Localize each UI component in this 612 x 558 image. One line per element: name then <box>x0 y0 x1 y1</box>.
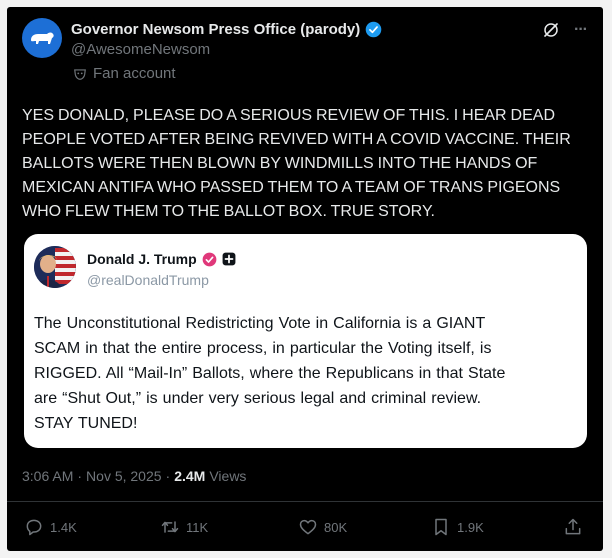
post-date[interactable]: Nov 5, 2025 <box>86 468 162 484</box>
quoted-author-avatar[interactable] <box>34 246 76 288</box>
reply-icon <box>26 519 42 536</box>
verified-badge-icon <box>365 21 382 38</box>
bear-logo-icon <box>31 32 54 44</box>
more-icon[interactable]: ··· <box>574 21 588 39</box>
share-icon <box>565 518 581 535</box>
fan-account-label[interactable]: Fan account <box>73 65 176 82</box>
author-display-name[interactable]: Governor Newsom Press Office (parody) <box>71 21 360 38</box>
like-count: 80K <box>324 519 348 535</box>
quoted-author-name-row: Donald J. Trump <box>87 251 236 267</box>
grok-icon[interactable] <box>542 21 560 39</box>
meta-separator: · <box>77 468 83 484</box>
mask-icon <box>74 68 86 80</box>
plus-badge-icon <box>222 252 236 266</box>
views-count: 2.4M <box>174 468 206 484</box>
like-button[interactable]: 80K <box>298 517 347 537</box>
repost-count: 11K <box>186 519 209 535</box>
bookmark-icon <box>435 518 447 536</box>
fan-account-text: Fan account <box>93 65 176 82</box>
quoted-post-card[interactable]: Donald J. Trump @realDonaldTrump The Unc… <box>24 234 587 448</box>
views-label: Views <box>209 468 247 484</box>
meta-separator: · <box>165 468 171 484</box>
post-top-actions: ··· <box>542 21 588 39</box>
author-handle[interactable]: @AwesomeNewsom <box>71 41 210 58</box>
reply-count: 1.4K <box>50 519 77 535</box>
post-container: Governor Newsom Press Office (parody) @A… <box>7 7 603 551</box>
divider <box>7 501 603 502</box>
heart-icon <box>299 519 317 535</box>
post-text: YES DONALD, PLEASE DO A SERIOUS REVIEW O… <box>22 107 571 220</box>
author-name-row: Governor Newsom Press Office (parody) <box>71 21 382 38</box>
post-metadata: 3:06 AM · Nov 5, 2025 · 2.4M Views <box>22 468 246 484</box>
share-button[interactable] <box>563 517 583 537</box>
repost-button[interactable]: 11K <box>160 517 208 537</box>
bookmark-count: 1.9K <box>457 519 484 535</box>
post-time[interactable]: 3:06 AM <box>22 468 73 484</box>
repost-icon <box>161 521 179 533</box>
quoted-author-display-name[interactable]: Donald J. Trump <box>87 251 197 267</box>
reply-button[interactable]: 1.4K <box>24 517 77 537</box>
flag-portrait-icon <box>34 246 76 288</box>
quoted-author-handle[interactable]: @realDonaldTrump <box>87 272 209 288</box>
quoted-post-text: The Unconstitutional Redistricting Vote … <box>34 315 506 432</box>
bookmark-button[interactable]: 1.9K <box>431 517 484 537</box>
truth-verified-badge-icon <box>202 252 217 266</box>
avatar[interactable] <box>22 18 62 58</box>
